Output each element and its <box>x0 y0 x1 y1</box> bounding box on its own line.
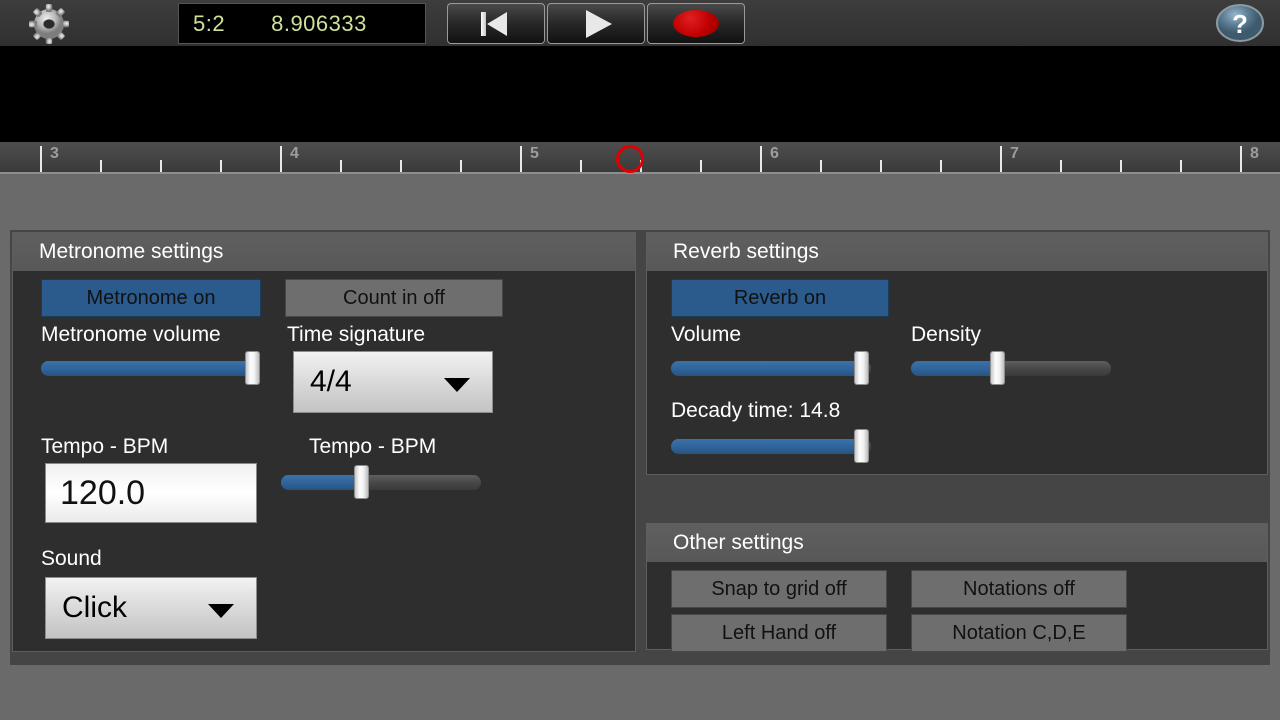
sound-value: Click <box>62 591 127 624</box>
slider-fill <box>671 439 861 454</box>
metronome-panel-title: Metronome settings <box>13 233 635 271</box>
reverb-volume-slider[interactable] <box>671 351 871 385</box>
sound-label: Sound <box>41 547 102 570</box>
other-settings-panel: Other settings Snap to grid off Notation… <box>646 523 1268 652</box>
reverb-density-slider[interactable] <box>911 351 1111 385</box>
chevron-down-icon <box>208 604 234 618</box>
notation-names-button[interactable]: Notation C,D,E <box>911 614 1127 652</box>
ruler-bar-label: 8 <box>1250 145 1259 162</box>
slider-fill <box>281 475 361 490</box>
tempo-slider-label: Tempo - BPM <box>309 435 437 458</box>
slider-fill <box>671 361 861 376</box>
time-signature-value: 4/4 <box>310 365 352 398</box>
skip-to-start-icon <box>481 11 511 36</box>
reverb-density-label: Density <box>911 323 982 346</box>
ruler-bar-label: 5 <box>530 145 539 162</box>
metronome-volume-slider[interactable] <box>41 351 261 385</box>
display-bars-beats: 5:2 <box>193 10 226 36</box>
ruler-bar-label: 7 <box>1010 145 1019 162</box>
other-panel-title: Other settings <box>647 524 1267 562</box>
reverb-toggle-button[interactable]: Reverb on <box>671 279 889 317</box>
tempo-label: Tempo - BPM <box>41 435 169 458</box>
playhead-marker[interactable] <box>616 145 644 173</box>
reverb-volume-label: Volume <box>671 323 742 346</box>
slider-thumb[interactable] <box>245 351 261 385</box>
time-signature-dropdown[interactable]: 4/4 <box>293 351 493 413</box>
tempo-input[interactable]: 120.0 <box>45 463 257 523</box>
chevron-down-icon <box>444 378 470 392</box>
reverb-decay-label: Decady time: 14.8 <box>671 399 841 422</box>
display-seconds: 8.906333 <box>271 10 367 36</box>
rewind-to-start-button[interactable] <box>447 3 545 44</box>
ruler-bar-label: 3 <box>50 145 59 162</box>
slider-thumb[interactable] <box>854 351 869 385</box>
slider-fill <box>41 361 253 376</box>
gear-icon[interactable] <box>18 3 80 45</box>
slider-thumb[interactable] <box>354 465 369 499</box>
reverb-panel-title: Reverb settings <box>647 233 1267 271</box>
tempo-slider[interactable] <box>281 465 481 499</box>
top-toolbar: 5:2 8.906333 ? <box>0 0 1280 46</box>
svg-text:?: ? <box>1232 9 1248 39</box>
notations-toggle-button[interactable]: Notations off <box>911 570 1127 608</box>
ruler-bar-label: 4 <box>290 145 299 162</box>
slider-thumb[interactable] <box>854 429 869 463</box>
ruler-bar-label: 6 <box>770 145 779 162</box>
snap-to-grid-toggle-button[interactable]: Snap to grid off <box>671 570 887 608</box>
metronome-toggle-button[interactable]: Metronome on <box>41 279 261 317</box>
time-display: 5:2 8.906333 <box>178 3 426 44</box>
tempo-value: 120.0 <box>60 473 146 512</box>
play-button[interactable] <box>547 3 645 44</box>
record-circle-icon <box>673 10 719 37</box>
track-canvas[interactable] <box>0 46 1280 142</box>
reverb-settings-panel: Reverb settings Reverb on Volume Density… <box>646 232 1268 475</box>
play-triangle-icon <box>585 9 612 38</box>
sound-dropdown[interactable]: Click <box>45 577 257 639</box>
left-hand-toggle-button[interactable]: Left Hand off <box>671 614 887 652</box>
metronome-volume-label: Metronome volume <box>41 323 221 346</box>
count-in-toggle-button[interactable]: Count in off <box>285 279 503 317</box>
time-signature-label: Time signature <box>287 323 426 346</box>
record-button[interactable] <box>647 3 745 44</box>
metronome-settings-panel: Metronome settings Metronome on Count in… <box>12 232 636 652</box>
slider-fill <box>911 361 997 376</box>
help-button[interactable]: ? <box>1212 2 1268 44</box>
settings-area: Metronome settings Metronome on Count in… <box>0 174 1280 720</box>
panel-container: Metronome settings Metronome on Count in… <box>10 230 1270 665</box>
reverb-decay-slider[interactable] <box>671 429 871 463</box>
slider-thumb[interactable] <box>990 351 1005 385</box>
